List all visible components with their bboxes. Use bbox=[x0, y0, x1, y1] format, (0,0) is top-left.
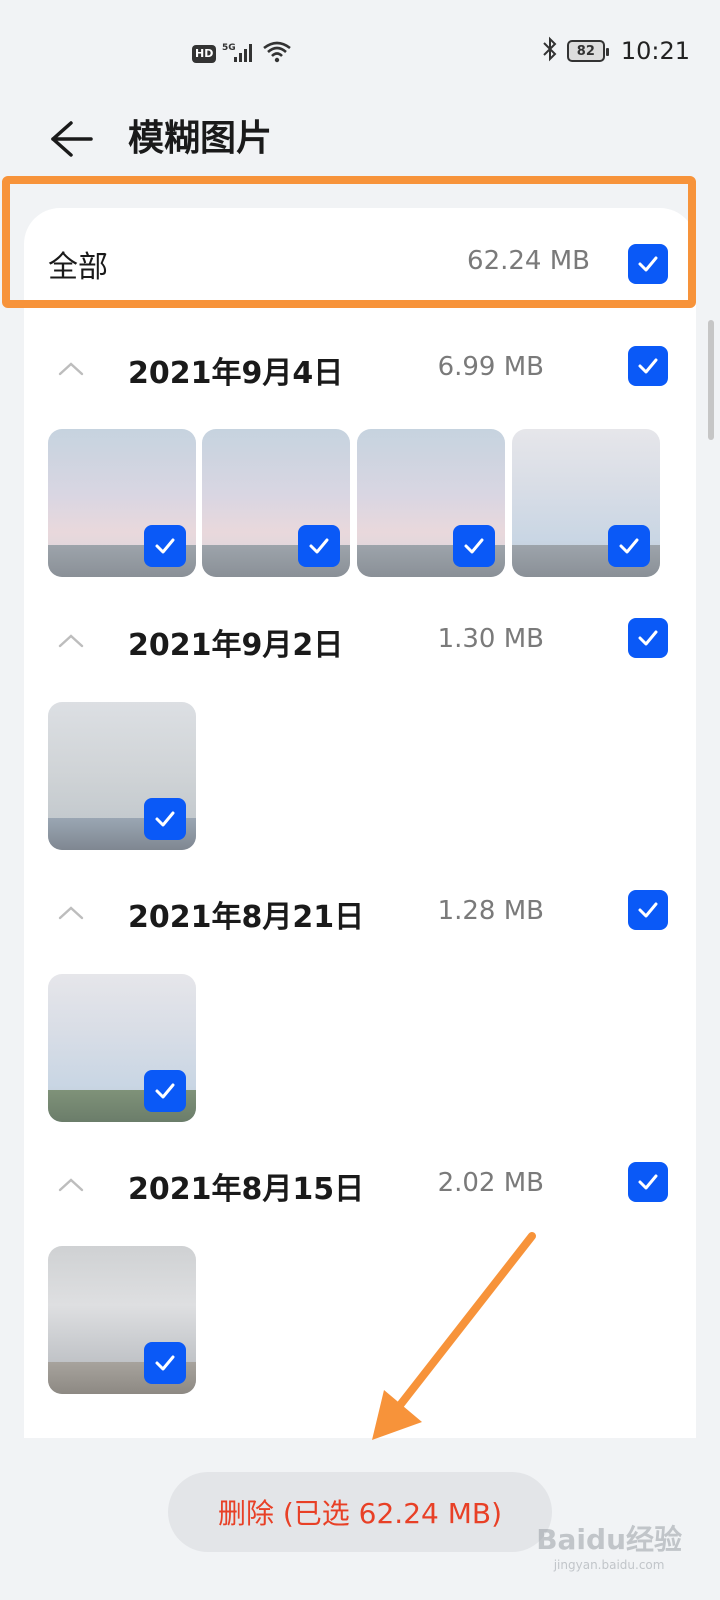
photo-thumbnail[interactable] bbox=[48, 702, 196, 850]
photo-checkbox[interactable] bbox=[144, 798, 186, 840]
baidu-watermark: Baidu经验 jingyan.baidu.com bbox=[536, 1518, 682, 1572]
delete-button[interactable]: 删除 (已选 62.24 MB) bbox=[168, 1472, 552, 1552]
check-icon bbox=[155, 538, 175, 554]
photo-checkbox[interactable] bbox=[144, 525, 186, 567]
group-date: 2021年8月21日 bbox=[128, 900, 365, 935]
watermark-main: Baidu经验 bbox=[536, 1523, 682, 1556]
page-title: 模糊图片 bbox=[128, 118, 273, 159]
check-icon bbox=[155, 1355, 175, 1371]
signal-5g-icon: 5G bbox=[222, 41, 256, 67]
check-icon bbox=[309, 538, 329, 554]
group-size: 1.30 MB bbox=[437, 624, 544, 654]
status-right: 82 10:21 bbox=[541, 36, 690, 66]
photo-thumbnail[interactable] bbox=[512, 429, 660, 577]
app-header: 模糊图片 bbox=[0, 100, 720, 180]
scrollbar[interactable] bbox=[708, 320, 714, 440]
photo-thumbnail[interactable] bbox=[357, 429, 505, 577]
group-checkbox[interactable] bbox=[628, 618, 668, 658]
blurry-photos-list: 全部 62.24 MB 2021年9月4日 6.99 MB 2021年9月2日 … bbox=[24, 208, 696, 1438]
group-size: 6.99 MB bbox=[437, 352, 544, 382]
check-icon bbox=[638, 256, 658, 272]
date-group-header: 2021年9月2日 1.30 MB bbox=[24, 600, 696, 680]
bluetooth-icon bbox=[541, 36, 559, 66]
watermark-sub: jingyan.baidu.com bbox=[553, 1558, 665, 1572]
photo-checkbox[interactable] bbox=[608, 525, 650, 567]
check-icon bbox=[638, 358, 658, 374]
svg-text:5G: 5G bbox=[222, 43, 236, 53]
check-icon bbox=[619, 538, 639, 554]
chevron-up-icon[interactable] bbox=[56, 626, 86, 656]
check-icon bbox=[638, 630, 658, 646]
status-left: HD 5G bbox=[192, 40, 292, 68]
check-icon bbox=[155, 1083, 175, 1099]
check-icon bbox=[155, 811, 175, 827]
photo-checkbox[interactable] bbox=[144, 1342, 186, 1384]
chevron-up-icon[interactable] bbox=[56, 354, 86, 384]
select-all-label: 全部 bbox=[48, 250, 108, 285]
photo-checkbox[interactable] bbox=[144, 1070, 186, 1112]
group-checkbox[interactable] bbox=[628, 890, 668, 930]
group-size: 1.28 MB bbox=[437, 896, 544, 926]
check-icon bbox=[638, 902, 658, 918]
photo-checkbox[interactable] bbox=[298, 525, 340, 567]
status-bar: HD 5G 82 10:21 bbox=[0, 0, 720, 100]
back-button[interactable] bbox=[46, 114, 96, 164]
chevron-up-icon[interactable] bbox=[56, 898, 86, 928]
group-date: 2021年9月2日 bbox=[128, 628, 344, 663]
back-arrow-icon bbox=[51, 121, 93, 157]
hd-badge: HD bbox=[192, 45, 217, 63]
photo-thumbnail[interactable] bbox=[48, 429, 196, 577]
photo-thumbnail[interactable] bbox=[48, 974, 196, 1122]
battery-indicator: 82 bbox=[566, 40, 609, 62]
chevron-up-icon[interactable] bbox=[56, 1170, 86, 1200]
check-icon bbox=[464, 538, 484, 554]
photo-checkbox[interactable] bbox=[453, 525, 495, 567]
group-size: 2.02 MB bbox=[437, 1168, 544, 1198]
select-all-row[interactable]: 全部 62.24 MB bbox=[24, 208, 696, 308]
date-group-header: 2021年8月21日 1.28 MB bbox=[24, 872, 696, 952]
status-time: 10:21 bbox=[620, 37, 690, 65]
group-date: 2021年9月4日 bbox=[128, 356, 344, 391]
wifi-icon bbox=[262, 40, 292, 68]
select-all-checkbox[interactable] bbox=[628, 244, 668, 284]
photo-thumbnail[interactable] bbox=[202, 429, 350, 577]
photo-thumbnail[interactable] bbox=[48, 1246, 196, 1394]
total-size: 62.24 MB bbox=[467, 246, 590, 276]
group-date: 2021年8月15日 bbox=[128, 1172, 365, 1207]
group-checkbox[interactable] bbox=[628, 1162, 668, 1202]
date-group-header: 2021年9月4日 6.99 MB bbox=[24, 328, 696, 408]
check-icon bbox=[638, 1174, 658, 1190]
group-checkbox[interactable] bbox=[628, 346, 668, 386]
date-group-header: 2021年8月15日 2.02 MB bbox=[24, 1144, 696, 1224]
